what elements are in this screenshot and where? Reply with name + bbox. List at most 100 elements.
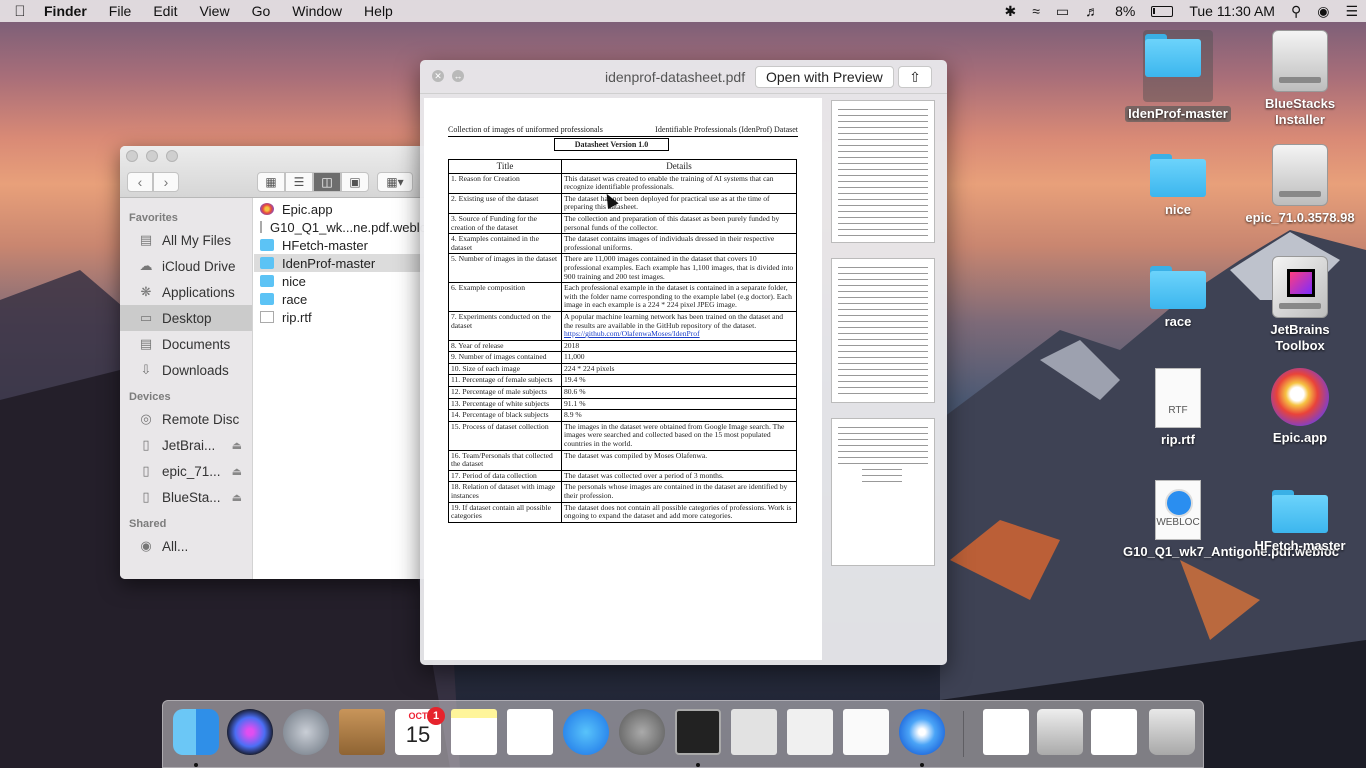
page-thumbnail-1[interactable]: [831, 100, 935, 243]
row-details-text: A popular machine learning network has b…: [564, 311, 784, 330]
battery-icon[interactable]: [1151, 5, 1174, 17]
menu-bar:  Finder File Edit View Go Window Help ✱…: [0, 0, 1366, 22]
menu-view[interactable]: View: [188, 3, 240, 19]
desktop-icon-idenprof[interactable]: IdenProf-master: [1123, 30, 1233, 122]
sidebar-item-applications[interactable]: ❋ Applications: [120, 279, 252, 305]
sidebar-item-remote-disc[interactable]: ◎ Remote Disc: [120, 406, 252, 432]
forward-button[interactable]: ›: [153, 172, 179, 192]
menu-help[interactable]: Help: [353, 3, 404, 19]
spotlight-icon[interactable]: ⚲: [1291, 3, 1301, 20]
finder-dock-icon[interactable]: [173, 709, 219, 755]
eject-icon[interactable]: ⏏: [232, 439, 242, 452]
file-item-rip-rtf[interactable]: rip.rtf: [254, 308, 424, 326]
row-details-text: The personals whose images are contained…: [564, 482, 788, 500]
terminal-dock-icon[interactable]: [675, 709, 721, 755]
column-view-button[interactable]: ◫: [313, 172, 341, 192]
page-thumbnail-3[interactable]: [831, 418, 935, 566]
launchpad-dock-icon[interactable]: [283, 709, 329, 755]
script-editor-dock-icon[interactable]: [731, 709, 777, 755]
notes-dock-icon[interactable]: [451, 709, 497, 755]
system-preferences-dock-icon[interactable]: [619, 709, 665, 755]
desktop-icon-race[interactable]: race: [1123, 262, 1233, 330]
thumbnail-line: [838, 139, 928, 140]
file-item-epic-app[interactable]: Epic.app: [254, 200, 424, 218]
eject-icon[interactable]: ⏏: [232, 465, 242, 478]
menu-file[interactable]: File: [98, 3, 143, 19]
apple-menu-icon[interactable]: : [0, 3, 40, 20]
sidebar-item-icloud[interactable]: ☁ iCloud Drive: [120, 253, 252, 279]
list-view-button[interactable]: ☰: [285, 172, 313, 192]
desktop-icon-jetbrains[interactable]: JetBrains Toolbox: [1245, 256, 1355, 354]
file-item-hfetch[interactable]: HFetch-master: [254, 236, 424, 254]
airplay-icon[interactable]: ▭: [1056, 3, 1069, 20]
row-details-text: 224 * 224 pixels: [564, 363, 615, 373]
sidebar-item-bluestacks[interactable]: ▯ BlueSta... ⏏: [120, 484, 252, 510]
siri-icon[interactable]: ◉: [1317, 3, 1329, 20]
row-details: 8.9 %: [561, 409, 797, 422]
safari-dock-icon[interactable]: [899, 709, 945, 755]
back-button[interactable]: ‹: [127, 172, 153, 192]
file-item-race[interactable]: race: [254, 290, 424, 308]
cover-flow-button[interactable]: ▣: [341, 172, 369, 192]
thumbnail-line: [838, 451, 928, 452]
battery-percent[interactable]: 8%: [1115, 3, 1135, 19]
menu-app-name[interactable]: Finder: [40, 3, 98, 19]
activity-monitor-dock-icon[interactable]: [787, 709, 833, 755]
arrange-button[interactable]: ▦▾: [377, 172, 413, 192]
desktop-icon-bluestacks[interactable]: BlueStacks Installer: [1245, 30, 1355, 128]
eject-icon[interactable]: ⏏: [232, 491, 242, 504]
trash-dock-icon[interactable]: [1149, 709, 1195, 755]
bluetooth-icon[interactable]: ✱: [1004, 3, 1016, 20]
menu-edit[interactable]: Edit: [142, 3, 188, 19]
thumbnail-line: [838, 181, 928, 182]
sidebar-item-all-my-files[interactable]: ▤ All My Files: [120, 227, 252, 253]
desktop-icon-nice[interactable]: nice: [1123, 150, 1233, 218]
thumbnail-line: [838, 115, 928, 116]
icon-view-button[interactable]: ▦: [257, 172, 285, 192]
desktop-icon-hfetch[interactable]: HFetch-master: [1245, 486, 1355, 554]
table-row: 19. If dataset contain all possible cate…: [448, 501, 797, 523]
file-item-nice[interactable]: nice: [254, 272, 424, 290]
file-item-webloc[interactable]: G10_Q1_wk...ne.pdf.webloc: [254, 218, 424, 236]
open-with-preview-button[interactable]: Open with Preview: [755, 66, 894, 88]
sidebar-item-shared-all[interactable]: ◉ All...: [120, 533, 252, 559]
thumbnail-line: [838, 427, 928, 428]
webloc-document-icon: WEBLOC: [1155, 480, 1201, 540]
sidebar-item-desktop[interactable]: ▭ Desktop: [120, 305, 252, 331]
menu-go[interactable]: Go: [241, 3, 282, 19]
screenshot-dock-icon[interactable]: [1091, 709, 1137, 755]
sidebar-item-epic[interactable]: ▯ epic_71... ⏏: [120, 458, 252, 484]
contacts-dock-icon[interactable]: [339, 709, 385, 755]
desktop-icon-epic-app[interactable]: Epic.app: [1245, 368, 1355, 446]
minimize-button[interactable]: [146, 150, 158, 162]
siri-dock-icon[interactable]: [227, 709, 273, 755]
share-icon[interactable]: ⇧: [898, 66, 932, 88]
close-icon[interactable]: ✕: [432, 70, 444, 82]
desktop-icon-epic-installer[interactable]: epic_71.0.3578.98: [1245, 144, 1355, 226]
reminders-dock-icon[interactable]: [507, 709, 553, 755]
desktop-icon-rip-rtf[interactable]: RTF rip.rtf: [1123, 368, 1233, 448]
table-row: 2. Existing use of the dataset The datase…: [448, 192, 797, 214]
thumbnail-line: [838, 457, 928, 458]
menu-window[interactable]: Window: [281, 3, 353, 19]
notification-center-icon[interactable]: ☰: [1345, 3, 1358, 20]
volume-icon[interactable]: ♬: [1085, 3, 1099, 19]
github-link[interactable]: https://github.com/OlafenwaMoses/IdenPro…: [564, 329, 700, 338]
thumbnail-line: [838, 387, 928, 388]
app-store-dock-icon[interactable]: [563, 709, 609, 755]
finder-toolbar: ‹ › ▦ ☰ ◫ ▣ ▦▾: [120, 146, 424, 198]
clock[interactable]: Tue 11:30 AM: [1189, 3, 1275, 19]
page-thumbnail-2[interactable]: [831, 258, 935, 403]
document-dock-icon[interactable]: [983, 709, 1029, 755]
zoom-button[interactable]: [166, 150, 178, 162]
textedit-dock-icon[interactable]: [843, 709, 889, 755]
fullscreen-icon[interactable]: ↔: [452, 70, 464, 82]
sidebar-item-jetbrains[interactable]: ▯ JetBrai... ⏏: [120, 432, 252, 458]
help-viewer-dock-icon[interactable]: [1037, 709, 1083, 755]
close-button[interactable]: [126, 150, 138, 162]
sidebar-item-downloads[interactable]: ⇩ Downloads: [120, 357, 252, 383]
sidebar-item-documents[interactable]: ▤ Documents: [120, 331, 252, 357]
desktop-icon-webloc[interactable]: WEBLOC G10_Q1_wk7_Antigone.pdf.webloc: [1123, 480, 1339, 560]
wifi-icon[interactable]: ≈: [1032, 3, 1040, 19]
file-item-idenprof[interactable]: IdenProf-master: [254, 254, 424, 272]
